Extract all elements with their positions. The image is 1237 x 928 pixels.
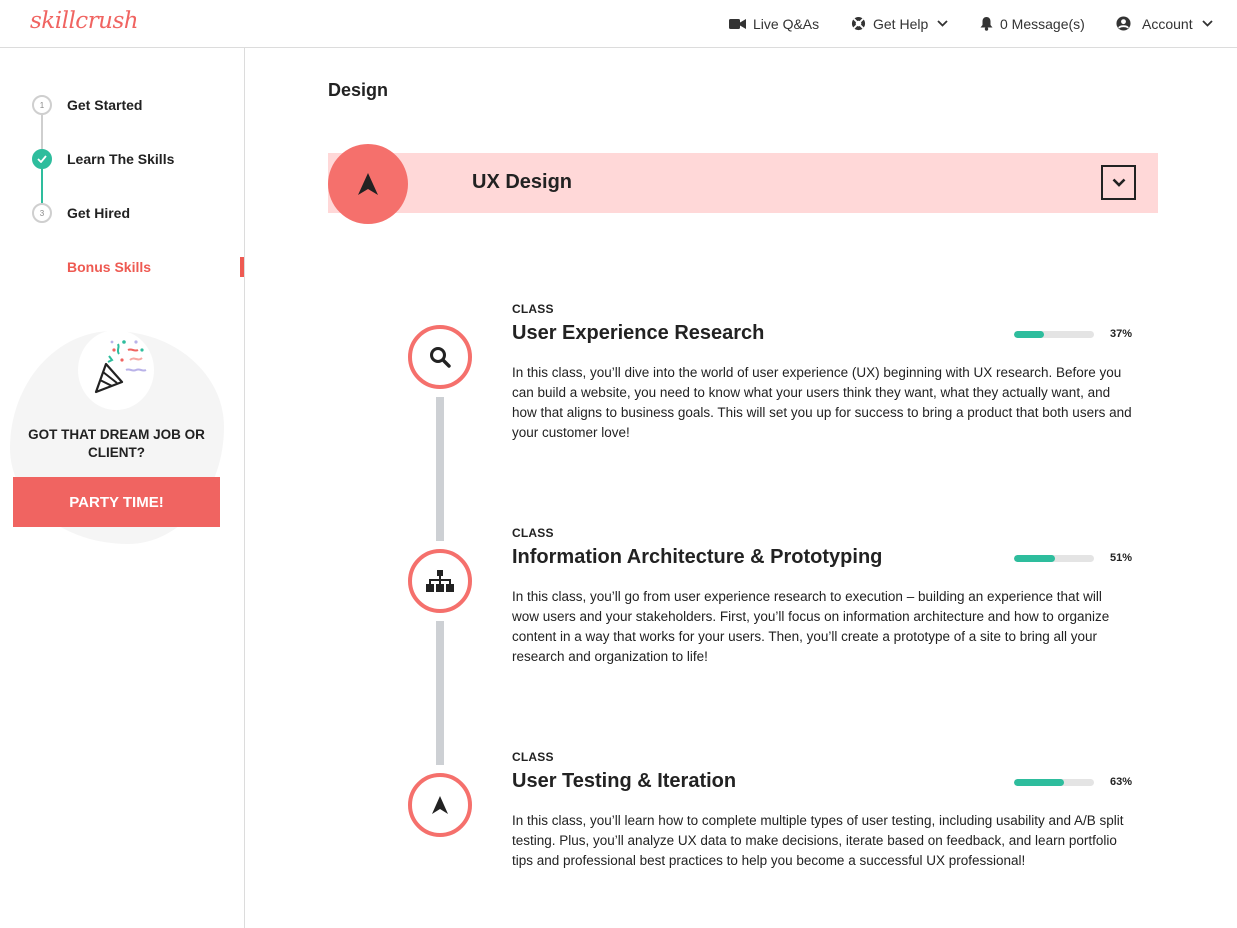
skillcrush-logo[interactable]: skillcrush (30, 8, 139, 34)
account-label: Account (1142, 15, 1193, 32)
progress-percentage: 51% (1110, 552, 1133, 564)
step-number-badge: 3 (32, 203, 52, 223)
progress-fill (1014, 555, 1055, 562)
get-help-dropdown[interactable]: Get Help (851, 0, 948, 47)
sidebar-step-learn-the-skills[interactable]: Learn The Skills (67, 151, 174, 167)
video-camera-icon (729, 18, 746, 29)
class-kicker: CLASS (512, 302, 554, 316)
navigation-arrow-icon (432, 796, 448, 814)
step-number-badge: 1 (32, 95, 52, 115)
top-navigation-bar: skillcrush Live Q&As Get Help 0 Message(… (0, 0, 1237, 48)
account-dropdown[interactable]: Account (1116, 0, 1213, 47)
sidebar-item-bonus-skills[interactable]: Bonus Skills (67, 259, 151, 275)
live-qas-label: Live Q&As (753, 15, 820, 32)
class-card: CLASS User Experience Research In this c… (512, 302, 1137, 443)
progress-percentage: 63% (1110, 776, 1133, 788)
class-icon-badge[interactable] (408, 325, 472, 389)
get-help-label: Get Help (873, 15, 929, 32)
class-progress-bar (1014, 331, 1094, 338)
section-title: Design (328, 80, 389, 100)
track-title: UX Design (472, 171, 573, 193)
messages-label: 0 Message(s) (1000, 15, 1085, 32)
party-time-button[interactable]: PARTY TIME! (13, 477, 220, 527)
search-icon (430, 347, 451, 368)
active-item-indicator (240, 257, 244, 277)
class-card: CLASS User Testing & Iteration In this c… (512, 750, 1137, 871)
track-expand-toggle[interactable] (1101, 165, 1136, 200)
timeline-connector (436, 397, 444, 541)
live-qas-link[interactable]: Live Q&As (729, 0, 819, 47)
class-icon-badge[interactable] (408, 773, 472, 837)
class-kicker: CLASS (512, 750, 554, 764)
class-description: In this class, you’ll go from user exper… (512, 589, 1110, 664)
user-circle-icon (1116, 16, 1131, 31)
class-progress-bar (1014, 779, 1094, 786)
class-description: In this class, you’ll dive into the worl… (512, 365, 1132, 440)
sitemap-icon (426, 570, 454, 592)
progress-fill (1014, 331, 1044, 338)
navigation-arrow-icon (358, 173, 378, 195)
class-card: CLASS Information Architecture & Prototy… (512, 526, 1137, 667)
class-description: In this class, you’ll learn how to compl… (512, 813, 1124, 868)
party-prompt-text: GOT THAT DREAM JOB OR CLIENT? (28, 427, 205, 460)
step-completed-badge (32, 149, 52, 169)
timeline-connector (436, 621, 444, 765)
progress-fill (1014, 779, 1065, 786)
ux-design-track-header[interactable] (328, 153, 1158, 213)
progress-percentage: 37% (1110, 328, 1133, 340)
class-icon-badge[interactable] (408, 549, 472, 613)
sidebar-step-get-hired[interactable]: Get Hired (67, 205, 130, 221)
checkmark-icon (37, 155, 47, 163)
chevron-down-icon (1201, 20, 1213, 27)
messages-link[interactable]: 0 Message(s) (980, 0, 1085, 47)
chevron-down-icon (937, 20, 948, 27)
bell-icon (980, 17, 993, 31)
class-kicker: CLASS (512, 526, 554, 540)
track-icon-badge (328, 144, 408, 224)
chevron-down-icon (1112, 178, 1125, 187)
sidebar-step-get-started[interactable]: Get Started (67, 97, 142, 113)
party-popper-icon (94, 340, 147, 394)
class-progress-bar (1014, 555, 1094, 562)
sidebar: 1 Get Started Learn The Skills 3 Get Hir… (0, 48, 245, 928)
lifebuoy-icon (851, 16, 866, 31)
